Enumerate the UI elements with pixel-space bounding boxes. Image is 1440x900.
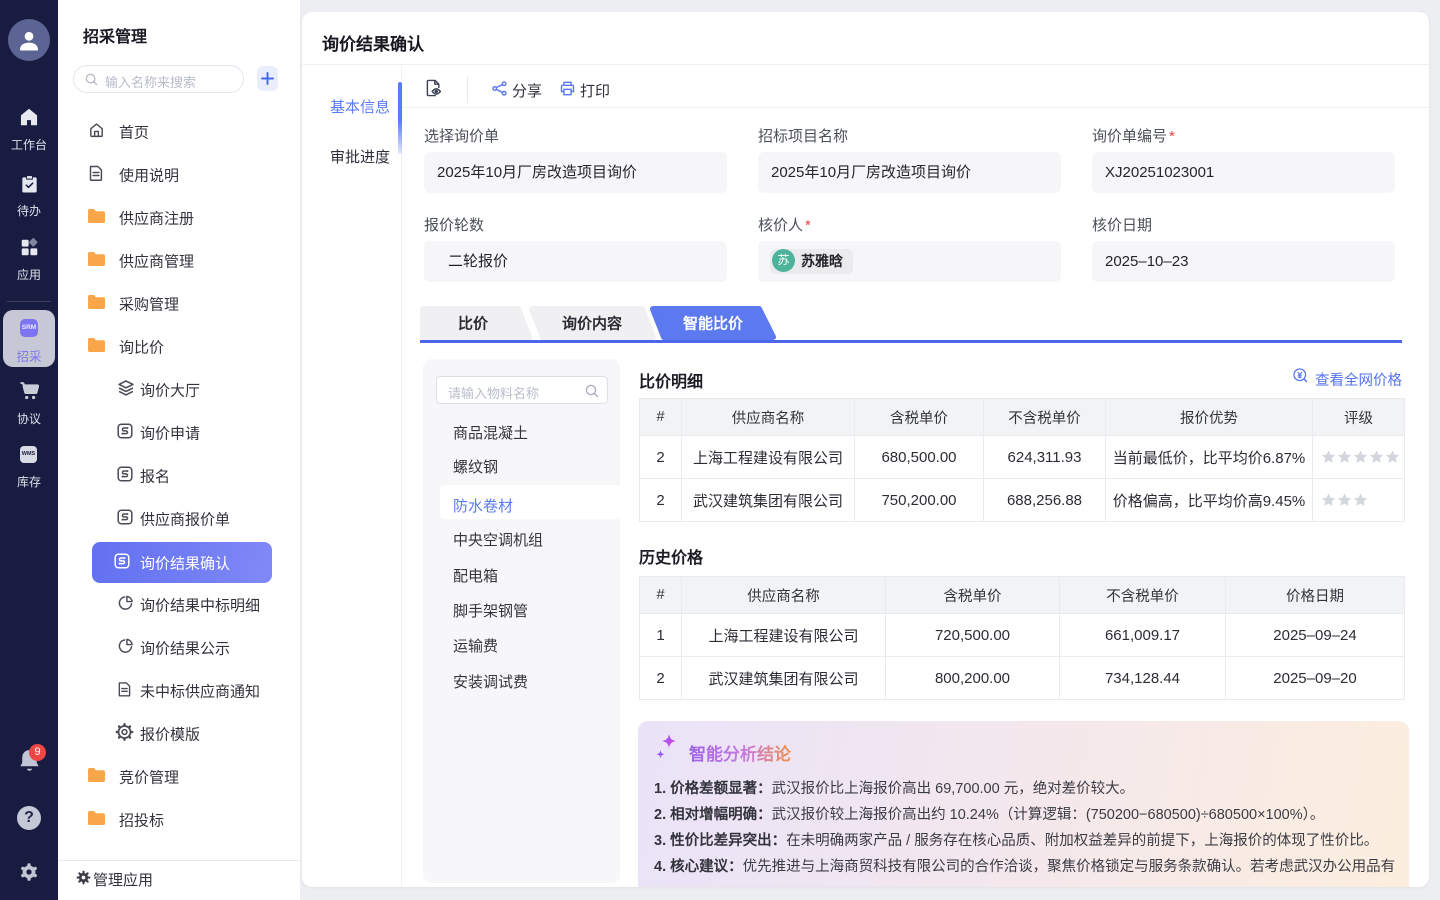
svg-text:智能比价: 智能比价 — [683, 315, 744, 333]
svg-text:比价: 比价 — [458, 315, 489, 333]
svg-text:询价内容: 询价内容 — [562, 315, 622, 333]
